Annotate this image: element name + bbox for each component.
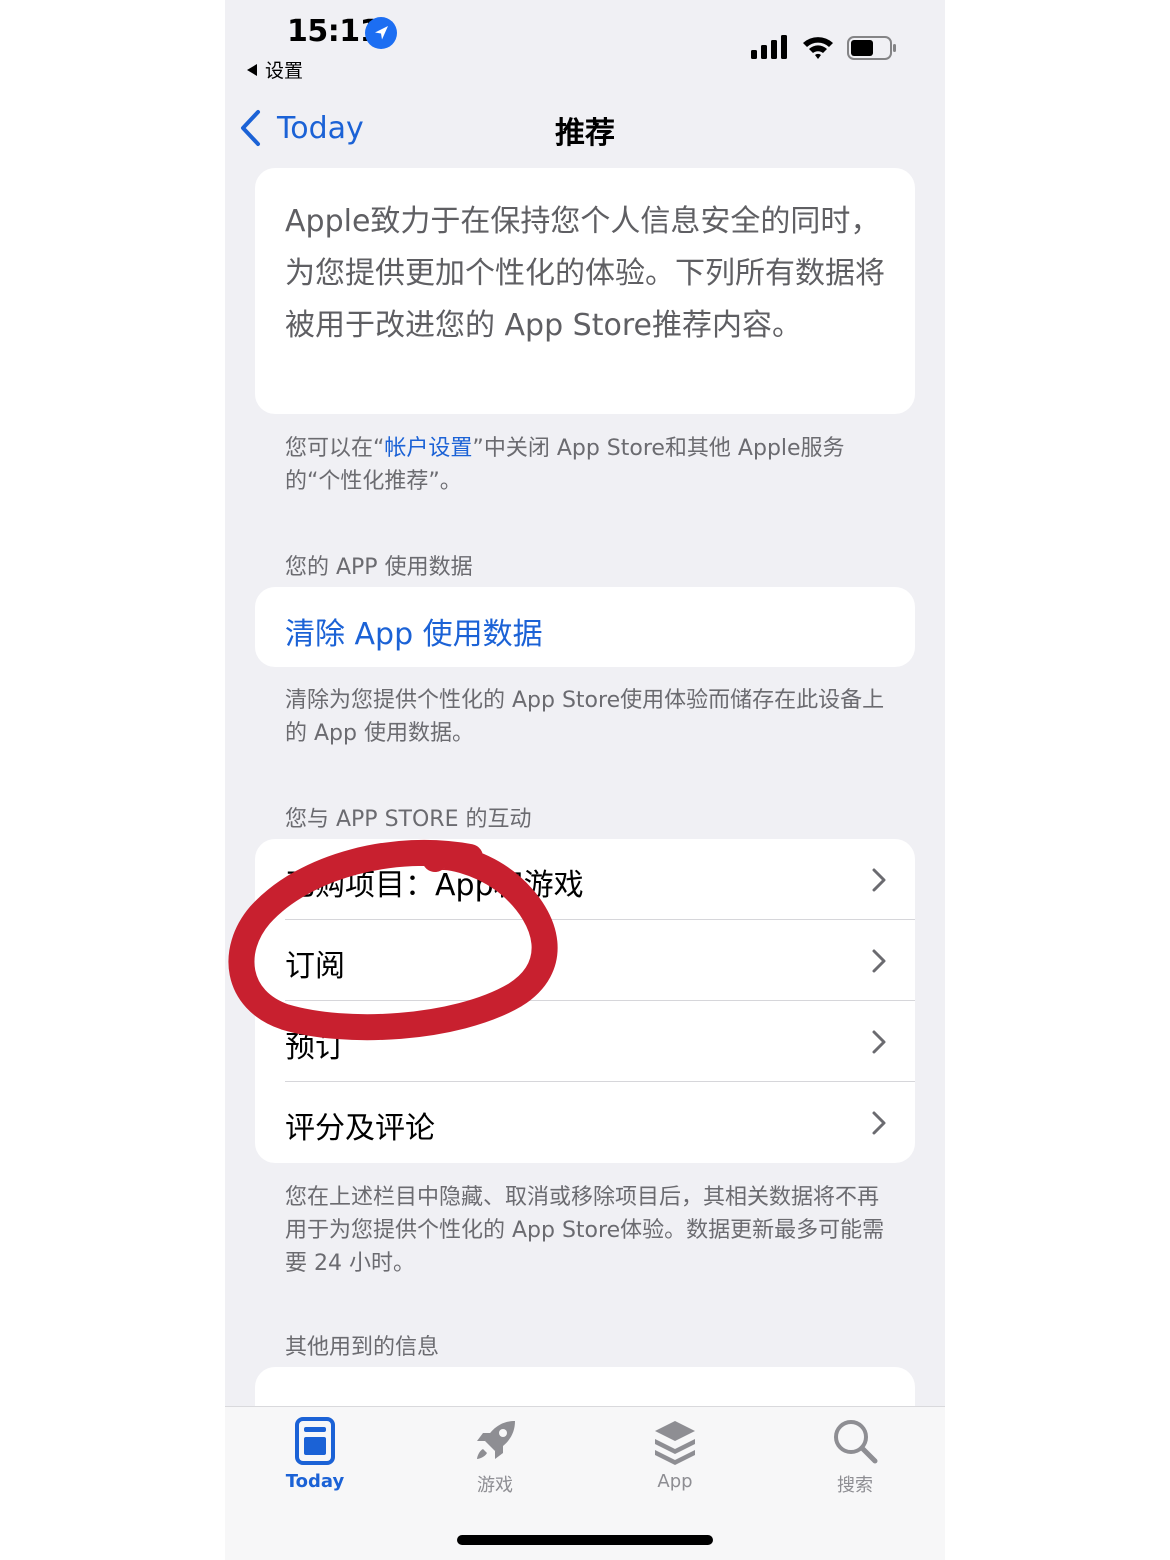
row-label: 预订 (285, 1030, 345, 1065)
app-stack-icon (655, 1421, 695, 1465)
note-prefix: 您可以在“ (285, 436, 385, 461)
intro-card: Apple致力于在保持您个人信息安全的同时，为您提供更加个性化的体验。下列所有数… (255, 168, 915, 414)
interactions-header: 您与 APP STORE 的互动 (285, 807, 532, 832)
app-usage-header: 您的 APP 使用数据 (285, 555, 473, 580)
row-label: 订阅 (285, 949, 345, 984)
search-icon (834, 1420, 878, 1464)
today-icon (295, 1417, 335, 1465)
account-settings-link[interactable]: 帐户设置 (384, 436, 472, 461)
row-label: 已购项目：App和游戏 (285, 868, 584, 903)
chevron-right-icon (872, 1111, 886, 1135)
interactions-footer: 您在上述栏目中隐藏、取消或移除项目后，其相关数据将不再用于为您提供个性化的 Ap… (285, 1185, 885, 1276)
clear-usage-card: 清除 App 使用数据 (255, 587, 915, 667)
tab-apps[interactable]: App (615, 1417, 735, 1492)
list-item-purchased[interactable]: 已购项目：App和游戏 (255, 839, 915, 920)
chevron-right-icon (872, 868, 886, 892)
back-to-settings[interactable]: 设置 (247, 56, 303, 83)
tab-label: App (657, 1471, 693, 1492)
tab-label: 游戏 (477, 1475, 513, 1496)
tab-games[interactable]: 游戏 (435, 1417, 555, 1497)
cellular-signal-icon (751, 35, 787, 59)
back-triangle-icon (247, 64, 257, 76)
list-item-ratings-reviews[interactable]: 评分及评论 (255, 1082, 915, 1163)
chevron-right-icon (872, 949, 886, 973)
tab-label: 搜索 (837, 1475, 873, 1496)
list-item-preorders[interactable]: 预订 (255, 1001, 915, 1082)
phone-screen: 15:11 设置 Today 推荐 Apple致力于在保持您个人信息安全的同时，… (225, 0, 945, 1560)
home-indicator (457, 1535, 713, 1545)
back-app-label: 设置 (265, 60, 304, 82)
chevron-right-icon (872, 1030, 886, 1054)
tab-today[interactable]: Today (255, 1417, 375, 1492)
tab-bar: Today 游戏 App 搜索 (225, 1406, 945, 1560)
battery-icon (847, 36, 896, 60)
row-label: 评分及评论 (285, 1111, 435, 1146)
app-usage-footer: 清除为您提供个性化的 App Store使用体验而储存在此设备上的 App 使用… (285, 688, 885, 746)
list-item-subscriptions[interactable]: 订阅 (255, 920, 915, 1001)
wifi-icon (803, 37, 833, 59)
tab-label: Today (285, 1471, 345, 1492)
clear-app-usage-button[interactable]: 清除 App 使用数据 (285, 609, 543, 653)
tab-search[interactable]: 搜索 (795, 1417, 915, 1497)
account-settings-note: 您可以在“帐户设置”中关闭 App Store和其他 Apple服务的“个性化推… (285, 432, 885, 498)
location-arrow-icon (365, 17, 397, 49)
interactions-list: 已购项目：App和游戏 订阅 预订 评分及评论 (255, 839, 915, 1163)
other-info-header: 其他用到的信息 (285, 1335, 440, 1360)
page-title: 推荐 (555, 116, 615, 151)
intro-text: Apple致力于在保持您个人信息安全的同时，为您提供更加个性化的体验。下列所有数… (285, 204, 885, 343)
rocket-icon (477, 1421, 515, 1459)
